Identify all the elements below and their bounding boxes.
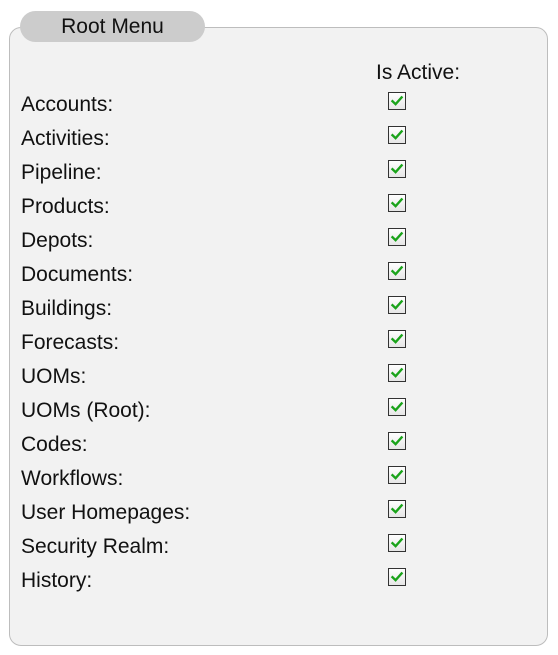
menu-row: Accounts: [0,88,558,122]
menu-row: Products: [0,190,558,224]
menu-row-label: Buildings: [21,297,113,320]
checkmark-icon [390,469,404,480]
is-active-column-header: Is Active: [376,61,461,84]
menu-row: UOMs: [0,360,558,394]
menu-rows: Accounts: Activities: Pipeline: Products: De… [0,88,558,598]
menu-row: Pipeline: [0,156,558,190]
checkmark-icon [390,163,404,174]
is-active-checkbox[interactable] [388,398,406,416]
is-active-checkbox[interactable] [388,466,406,484]
checkmark-icon [390,95,404,106]
checkmark-icon [390,367,404,378]
checkmark-icon [390,299,404,310]
menu-row-label: Security Realm: [21,535,170,558]
is-active-checkbox[interactable] [388,432,406,450]
checkmark-icon [390,503,404,514]
menu-row-label: User Homepages: [21,501,191,524]
is-active-checkbox[interactable] [388,126,406,144]
menu-row-label: Pipeline: [21,161,102,184]
checkmark-icon [390,231,404,242]
menu-row: Documents: [0,258,558,292]
menu-row-label: Products: [21,195,110,218]
menu-row: UOMs (Root): [0,394,558,428]
checkmark-icon [390,401,404,412]
menu-row-label: UOMs: [21,365,87,388]
is-active-checkbox[interactable] [388,194,406,212]
menu-row-label: Accounts: [21,93,114,116]
menu-row: User Homepages: [0,496,558,530]
menu-row: History: [0,564,558,598]
checkmark-icon [390,197,404,208]
menu-row-label: History: [21,569,93,592]
menu-row: Depots: [0,224,558,258]
menu-row-label: Workflows: [21,467,124,490]
is-active-checkbox[interactable] [388,534,406,552]
menu-row-label: Forecasts: [21,331,120,354]
is-active-checkbox[interactable] [388,296,406,314]
menu-row: Activities: [0,122,558,156]
menu-row: Security Realm: [0,530,558,564]
menu-row: Buildings: [0,292,558,326]
checkmark-icon [390,537,404,548]
panel-title: Root Menu [20,11,205,42]
menu-row-label: UOMs (Root): [21,399,151,422]
menu-row-label: Activities: [21,127,110,150]
menu-row-label: Documents: [21,263,134,286]
is-active-checkbox[interactable] [388,364,406,382]
is-active-checkbox[interactable] [388,228,406,246]
menu-row-label: Codes: [21,433,88,456]
menu-row-label: Depots: [21,229,94,252]
is-active-checkbox[interactable] [388,500,406,518]
is-active-checkbox[interactable] [388,262,406,280]
menu-row: Workflows: [0,462,558,496]
is-active-checkbox[interactable] [388,92,406,110]
checkmark-icon [390,435,404,446]
is-active-checkbox[interactable] [388,330,406,348]
checkmark-icon [390,129,404,140]
checkmark-icon [390,333,404,344]
is-active-checkbox[interactable] [388,568,406,586]
menu-row: Forecasts: [0,326,558,360]
checkmark-icon [390,571,404,582]
checkmark-icon [390,265,404,276]
is-active-checkbox[interactable] [388,160,406,178]
menu-row: Codes: [0,428,558,462]
